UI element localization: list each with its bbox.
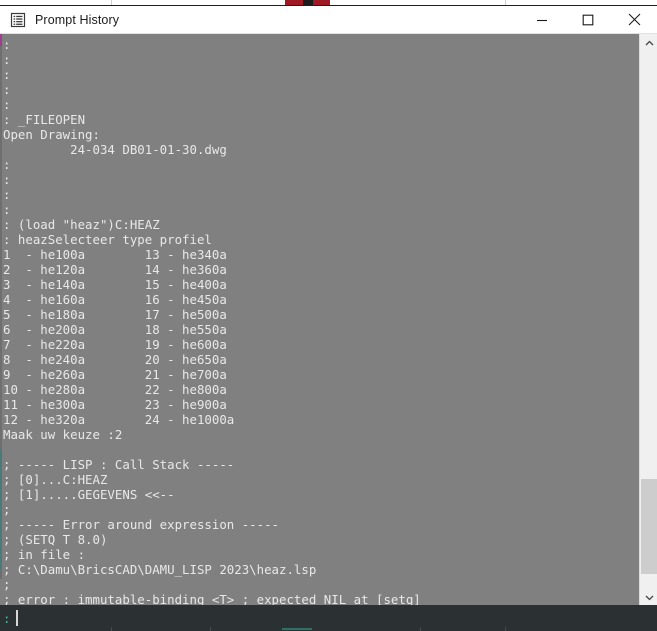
- prompt-history-window-screenshot: Prompt History:::::: _FILEOPEN Ope…: [0, 0, 657, 631]
- console-line: ; ----- Error around expression -----: [3, 517, 280, 532]
- scroll-up-button[interactable]: [640, 34, 657, 51]
- bottom-tick-3: [420, 627, 421, 631]
- title-bar: Prompt History: [0, 6, 657, 34]
- scroll-down-button[interactable]: [640, 588, 657, 605]
- console-line: 9 - he260a 21 - he700a: [3, 367, 227, 382]
- console-line: 7 - he220a 19 - he600a: [3, 337, 227, 352]
- scrollbar-thumb[interactable]: [641, 479, 657, 574]
- command-prompt-symbol: :: [3, 610, 11, 626]
- console-line: ;: [3, 502, 11, 517]
- chevron-down-icon: [645, 588, 654, 606]
- maximize-button[interactable]: [565, 6, 611, 33]
- command-input[interactable]: [10, 608, 657, 628]
- console-line: ; ----- LISP : Call Stack -----: [3, 457, 235, 472]
- window-title: Prompt History: [35, 12, 120, 27]
- console-line: :: [3, 157, 11, 172]
- minimize-button[interactable]: [519, 6, 565, 33]
- console-line: :: [3, 67, 11, 82]
- left-edge-gap: [0, 579, 2, 605]
- console-line: ; [0]...C:HEAZ: [3, 472, 108, 487]
- console-line: :: [3, 52, 11, 67]
- console-line: 11 - he300a 23 - he900a: [3, 397, 227, 412]
- console-text-area[interactable]: :::::: _FILEOPEN Open Drawing: 24-034 DB0…: [0, 34, 639, 605]
- console-line: : heazSelecteer type profiel: [3, 232, 212, 247]
- console-line: : (load "heaz")C:HEAZ: [3, 217, 160, 232]
- text-caret: [16, 610, 18, 626]
- console-line: 3 - he140a 15 - he400a: [3, 277, 227, 292]
- close-icon: [628, 13, 641, 26]
- left-edge-artifact: [0, 34, 2, 605]
- console-line: :: [3, 172, 11, 187]
- console-line: Open Drawing:: [3, 127, 100, 142]
- left-edge-pink-marker: [0, 34, 2, 46]
- console-line: ; in file :: [3, 547, 86, 562]
- prompt-history-body: :::::: _FILEOPEN Open Drawing: 24-034 DB0…: [0, 34, 657, 605]
- bottom-teal-marker: [282, 628, 312, 630]
- console-line: 1 - he100a 13 - he340a: [3, 247, 227, 262]
- console-line: 6 - he200a 18 - he550a: [3, 322, 227, 337]
- console-line: ; (SETQ T 8.0): [3, 532, 108, 547]
- minimize-icon: [536, 14, 548, 26]
- console-line: 2 - he120a 14 - he360a: [3, 262, 227, 277]
- console-line: :: [3, 187, 11, 202]
- bottom-tick-1: [111, 627, 112, 631]
- left-edge-teal-marker: [0, 449, 2, 569]
- console-line: :: [3, 82, 11, 97]
- bottom-tick-4: [505, 627, 506, 631]
- console-line: :: [3, 37, 11, 52]
- console-line: 4 - he160a 16 - he450a: [3, 292, 227, 307]
- list-document-icon: [10, 12, 26, 28]
- console-line: 8 - he240a 20 - he650a: [3, 352, 227, 367]
- console-line: 24-034 DB01-01-30.dwg: [3, 142, 227, 157]
- vertical-scrollbar[interactable]: [639, 34, 657, 605]
- console-line: ; error : immutable-binding <T> ; expect…: [3, 592, 421, 605]
- console-line: Maak uw keuze :2: [3, 427, 123, 442]
- console-line: : _FILEOPEN: [3, 112, 86, 127]
- console-line: 10 - he280a 22 - he800a: [3, 382, 227, 397]
- console-line: :: [3, 202, 11, 217]
- console-line: ; C:\Damu\BricsCAD\DAMU_LISP 2023\heaz.l…: [3, 562, 317, 577]
- prompt-history-window: Prompt History:::::: _FILEOPEN Ope…: [0, 6, 657, 631]
- chevron-up-icon: [645, 34, 654, 52]
- maximize-icon: [582, 14, 594, 26]
- console-line: 12 - he320a 24 - he1000a: [3, 412, 235, 427]
- close-button[interactable]: [611, 6, 657, 33]
- console-line: ; [1].....GEGEVENS <<--: [3, 487, 175, 502]
- console-line: :: [3, 97, 11, 112]
- bottom-tick-2: [210, 627, 211, 631]
- window-controls: [519, 6, 657, 33]
- console-line: 5 - he180a 17 - he500a: [3, 307, 227, 322]
- console-line: ;: [3, 577, 11, 592]
- bottom-edge-strip: [0, 627, 657, 631]
